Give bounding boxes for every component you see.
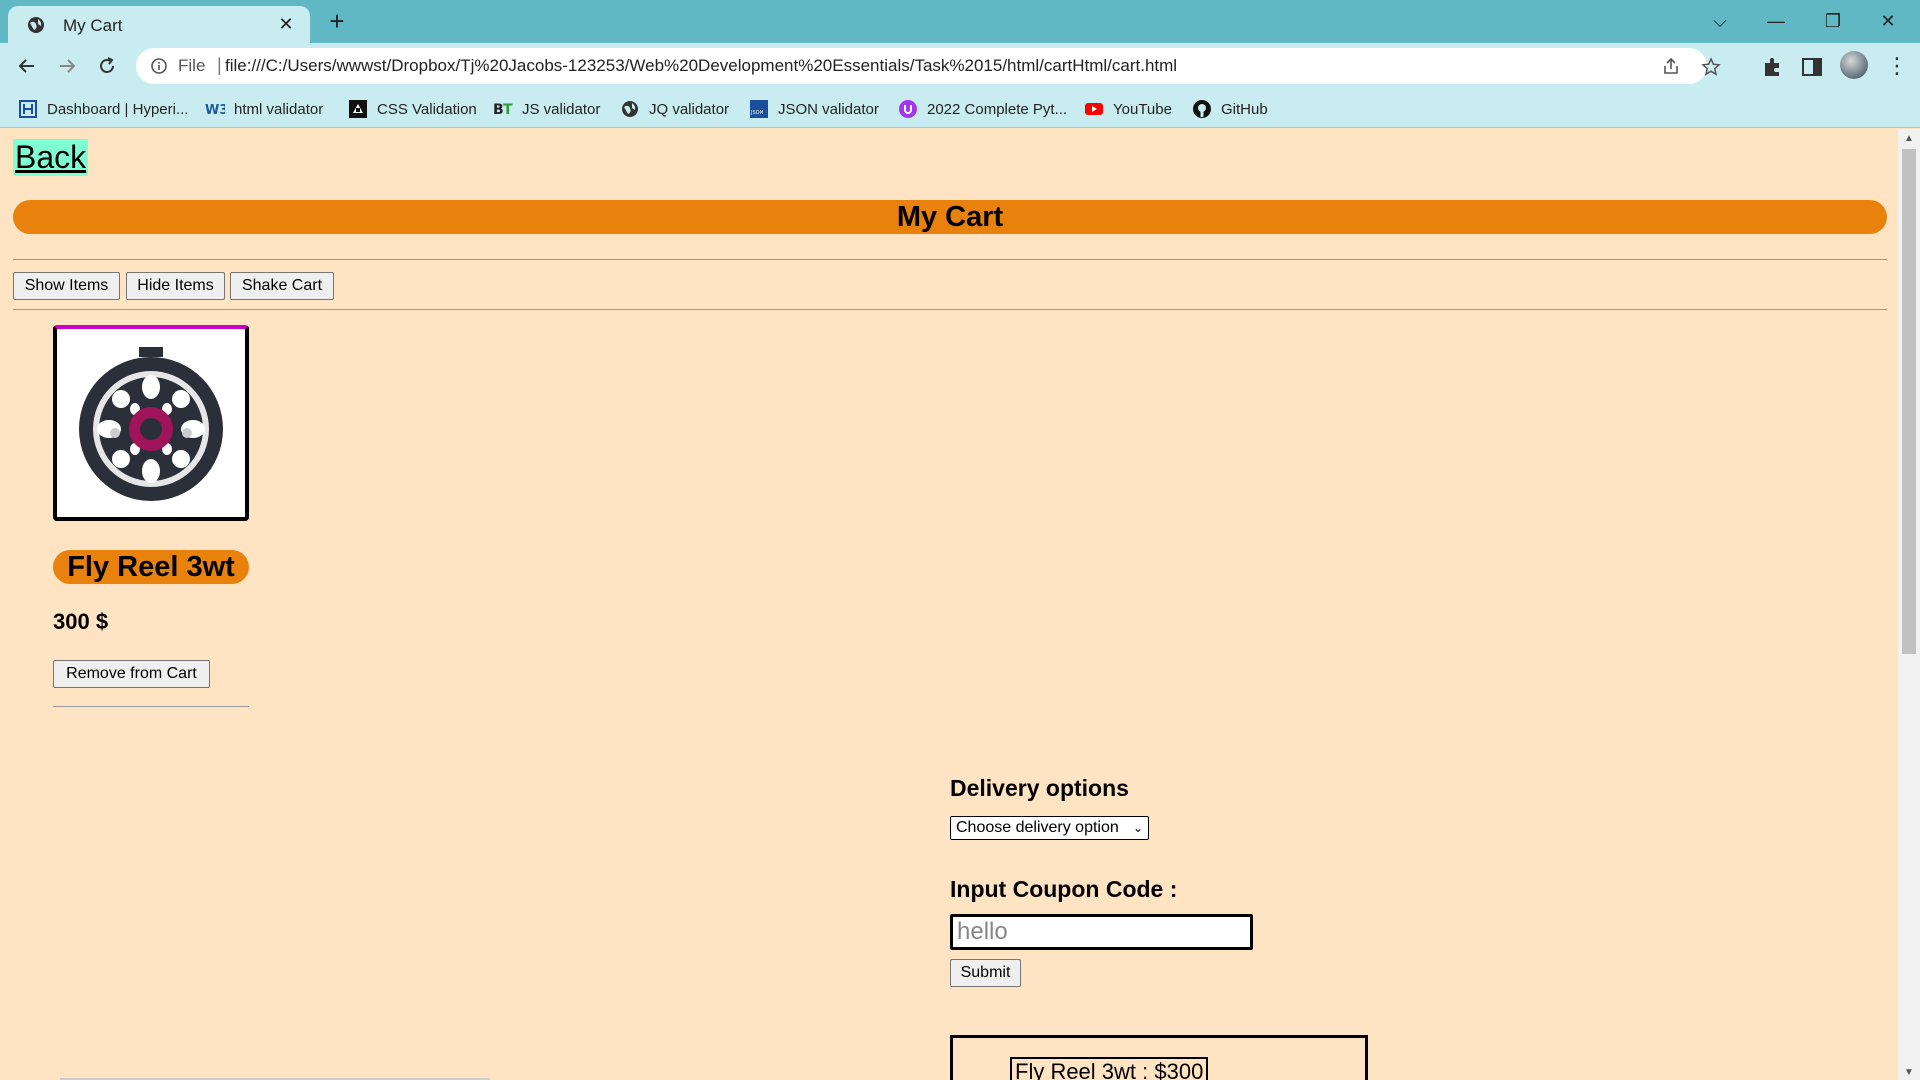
cart-page: Back My Cart Show Items Hide Items Shake… (0, 129, 1898, 1080)
url-separator: | (217, 55, 222, 75)
new-tab-button[interactable]: + (322, 8, 352, 36)
css-validator-icon (349, 100, 367, 118)
extensions-puzzle-icon[interactable] (1761, 55, 1785, 79)
delivery-select[interactable]: Choose delivery option ⌄ (950, 816, 1149, 840)
divider (13, 309, 1887, 310)
summary-item: Fly Reel 3wt : $300 (1010, 1057, 1209, 1080)
bookmark-item[interactable]: W3 html validator (205, 98, 323, 120)
submit-button[interactable]: Submit (950, 959, 1021, 987)
close-window-button[interactable]: ✕ (1868, 6, 1908, 36)
product-name: Fly Reel 3wt (53, 550, 249, 584)
chevron-down-icon: ⌄ (1132, 821, 1143, 835)
share-icon[interactable] (1661, 57, 1681, 77)
globe-icon (622, 101, 638, 117)
show-items-button[interactable]: Show Items (13, 272, 120, 300)
delivery-select-value: Choose delivery option (956, 819, 1119, 836)
globe-icon (28, 17, 44, 33)
url-text[interactable]: file:///C:/Users/wwwst/Dropbox/Tj%20Jaco… (225, 56, 1177, 76)
url-scheme: File (178, 56, 206, 75)
svg-text:T: T (503, 102, 513, 118)
scroll-up-arrow-icon[interactable]: ▲ (1904, 133, 1914, 144)
bookmark-label: CSS Validation (377, 100, 477, 118)
bookmarks-bar: Dashboard | Hyperi... W3 html validator … (0, 89, 1920, 128)
page-title: My Cart (13, 200, 1887, 234)
bookmark-label: html validator (234, 100, 324, 118)
bookmark-item[interactable]: Dashboard | Hyperi... (18, 98, 188, 120)
bookmark-item[interactable]: YouTube (1084, 98, 1172, 120)
bookmark-item[interactable]: JQ validator (620, 98, 729, 120)
remove-from-cart-button[interactable]: Remove from Cart (53, 660, 210, 688)
scroll-down-arrow-icon[interactable]: ▼ (1904, 1067, 1914, 1078)
minimize-button[interactable]: — (1756, 6, 1796, 36)
delivery-heading: Delivery options (950, 775, 1129, 801)
back-arrow-icon[interactable] (11, 51, 43, 81)
bookmark-item[interactable]: 2022 Complete Pyt... (898, 98, 1067, 120)
close-tab-icon[interactable]: ✕ (276, 14, 296, 34)
reload-icon[interactable] (91, 51, 123, 81)
udemy-icon (899, 100, 917, 118)
restore-button[interactable]: ❐ (1813, 6, 1853, 36)
product-divider (53, 706, 249, 707)
bookmark-label: JS validator (522, 100, 601, 118)
fly-reel-image (57, 329, 245, 517)
address-bar[interactable]: File | file:///C:/Users/wwwst/Dropbox/Tj… (136, 48, 1721, 84)
bookmark-label: JQ validator (649, 100, 730, 118)
browser-toolbar: File | file:///C:/Users/wwwst/Dropbox/Tj… (0, 43, 1920, 89)
svg-text:W3: W3 (205, 103, 225, 118)
svg-text:JSON: JSON (750, 110, 764, 116)
tab-my-cart[interactable]: My Cart ✕ (8, 6, 310, 43)
side-panel-icon[interactable] (1800, 55, 1824, 79)
json-icon: JSON (750, 100, 768, 118)
page-scrollbar[interactable]: ▲ ▼ (1898, 129, 1920, 1080)
bookmark-item[interactable]: BT JS validator (493, 98, 600, 120)
product-image (53, 325, 249, 521)
github-icon (1193, 100, 1211, 118)
bookmark-label: 2022 Complete Pyt... (927, 100, 1068, 118)
browser-menu-icon[interactable]: ⋮ (1886, 51, 1908, 81)
bookmark-item[interactable]: GitHub (1192, 98, 1268, 120)
coupon-input[interactable]: hello (950, 914, 1253, 950)
youtube-icon (1085, 103, 1103, 115)
product-price: 300 $ (53, 609, 109, 634)
scrollbar-thumb[interactable] (1902, 149, 1916, 654)
hide-items-button[interactable]: Hide Items (126, 272, 225, 300)
divider (13, 259, 1887, 260)
shake-cart-button[interactable]: Shake Cart (230, 272, 334, 300)
tab-strip: My Cart ✕ + ⌵ — ❐ ✕ (0, 0, 1920, 43)
forward-arrow-icon[interactable] (51, 51, 83, 81)
bookmark-item[interactable]: JSON JSON validator (749, 98, 879, 120)
bt-icon: BT (493, 102, 513, 118)
back-link[interactable]: Back (13, 139, 89, 176)
bookmark-label: JSON validator (778, 100, 879, 118)
w3c-icon: W3 (205, 103, 225, 118)
hyperion-icon (19, 100, 37, 118)
bookmark-label: GitHub (1221, 100, 1268, 118)
coupon-heading: Input Coupon Code : (950, 876, 1178, 902)
bookmark-item[interactable]: CSS Validation (348, 98, 477, 120)
bookmark-label: YouTube (1113, 100, 1172, 118)
info-icon[interactable] (150, 57, 168, 75)
star-icon[interactable] (1701, 57, 1721, 77)
bookmark-label: Dashboard | Hyperi... (47, 100, 189, 118)
tab-title: My Cart (63, 16, 123, 35)
profile-avatar[interactable] (1840, 51, 1868, 79)
tab-search-chevron-icon[interactable]: ⌵ (1700, 6, 1740, 36)
